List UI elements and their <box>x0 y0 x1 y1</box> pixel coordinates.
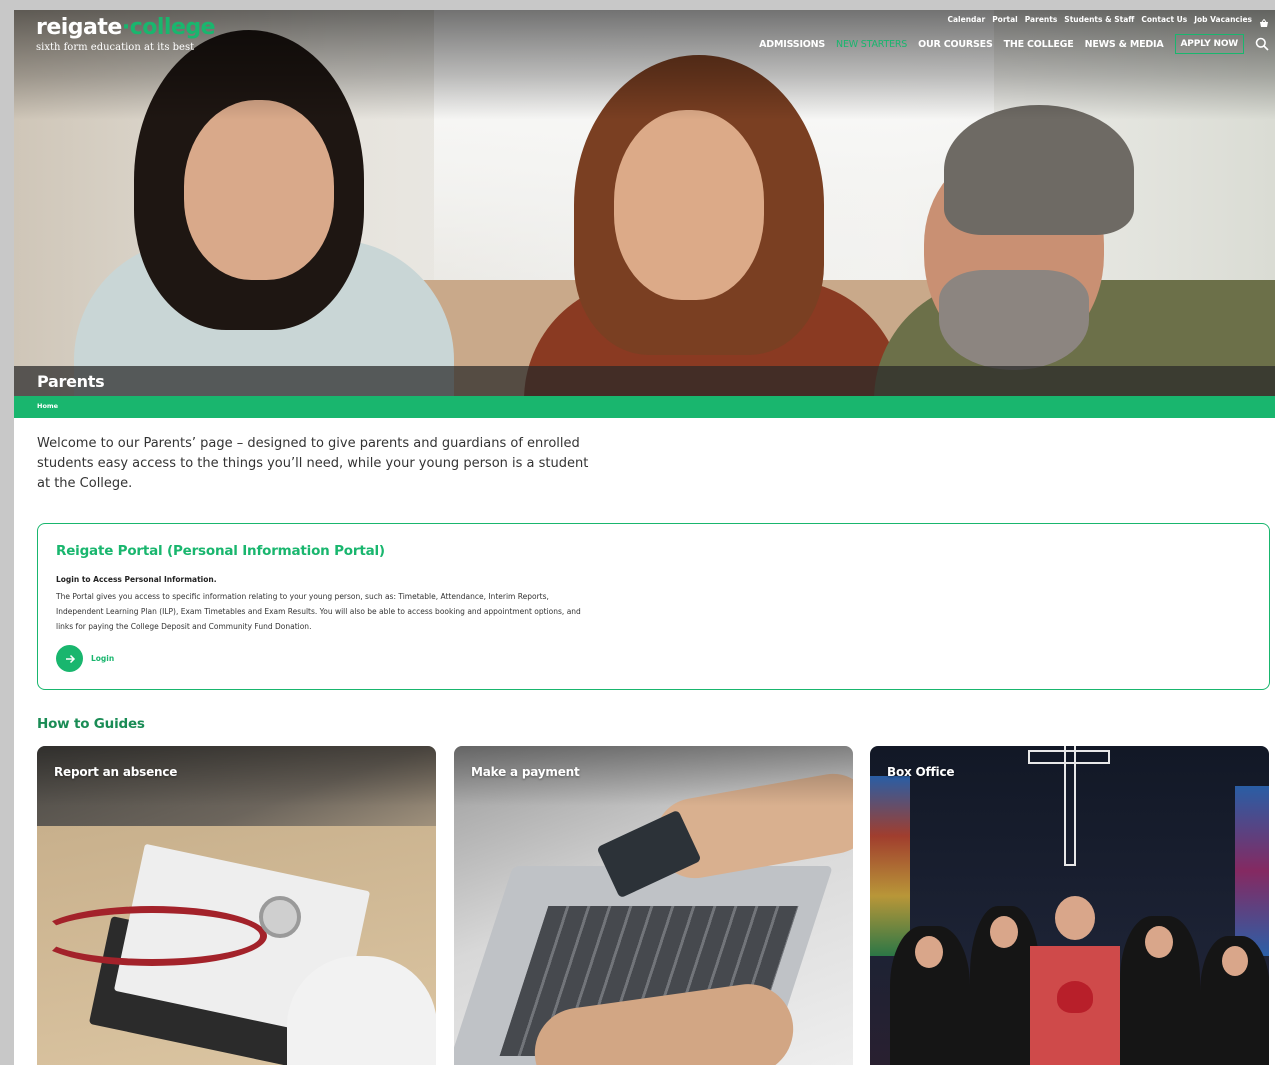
heart-icon <box>1057 981 1093 1013</box>
utility-link-vacancies[interactable]: Job Vacancies <box>1194 15 1252 24</box>
nav-news-media[interactable]: NEWS & MEDIA <box>1085 39 1164 50</box>
portal-title: Reigate Portal (Personal Information Por… <box>56 543 385 559</box>
login-label[interactable]: Login <box>91 654 114 663</box>
search-icon[interactable] <box>1255 37 1269 51</box>
guides-heading: How to Guides <box>37 716 145 732</box>
utility-link-parents[interactable]: Parents <box>1025 15 1058 24</box>
nav-admissions[interactable]: ADMISSIONS <box>759 39 825 50</box>
hero-person-3-hair <box>944 105 1134 235</box>
stained-glass-right <box>1235 786 1269 956</box>
performer-face <box>990 916 1018 948</box>
nav-the-college[interactable]: THE COLLEGE <box>1004 39 1074 50</box>
stethoscope-icon <box>259 896 301 938</box>
page-title-bar: Parents <box>14 366 1275 396</box>
portal-description: The Portal gives you access to specific … <box>56 592 581 631</box>
basket-icon[interactable] <box>1259 15 1269 27</box>
site-logo[interactable]: reigate·college sixth form education at … <box>36 15 216 53</box>
login-link[interactable]: Login <box>56 645 114 672</box>
breadcrumb-home[interactable]: Home <box>37 402 58 410</box>
arrow-right-icon[interactable] <box>56 645 83 672</box>
hero-person-2-face <box>614 110 764 300</box>
performer-face <box>915 936 943 968</box>
utility-link-calendar[interactable]: Calendar <box>947 15 985 24</box>
main-nav: ADMISSIONS NEW STARTERS OUR COURSES THE … <box>759 34 1269 54</box>
guide-card-report-absence[interactable]: Report an absence <box>37 746 436 1065</box>
performer-face <box>1222 946 1248 976</box>
page: reigate·college sixth form education at … <box>14 10 1275 1065</box>
guide-card-label: Make a payment <box>471 765 580 779</box>
breadcrumb: Home <box>14 396 1275 418</box>
stained-glass-left <box>870 776 910 956</box>
hero-person-1-face <box>184 100 334 280</box>
nav-our-courses[interactable]: OUR COURSES <box>918 39 993 50</box>
guide-card-make-payment[interactable]: Make a payment <box>454 746 853 1065</box>
cross-prop-stem <box>1064 746 1076 866</box>
portal-subhead: Login to Access Personal Information. <box>56 575 217 584</box>
page-title: Parents <box>37 372 105 391</box>
utility-link-students-staff[interactable]: Students & Staff <box>1064 15 1134 24</box>
nav-new-starters[interactable]: NEW STARTERS <box>836 39 907 50</box>
stethoscope-tube-image <box>37 906 267 966</box>
guide-card-label: Report an absence <box>54 765 178 779</box>
guide-card-label: Box Office <box>887 765 955 779</box>
logo-wordmark: reigate·college <box>36 15 216 40</box>
utility-link-contact[interactable]: Contact Us <box>1141 15 1187 24</box>
utility-nav: Calendar Portal Parents Students & Staff… <box>947 15 1269 27</box>
hero-banner: reigate·college sixth form education at … <box>14 10 1275 396</box>
apply-now-button[interactable]: APPLY NOW <box>1174 34 1244 54</box>
intro-text: Welcome to our Parents’ page – designed … <box>37 436 589 491</box>
performer-face <box>1145 926 1173 958</box>
logo-tagline: sixth form education at its best <box>36 42 195 53</box>
performer-face <box>1055 896 1095 940</box>
guide-card-box-office[interactable]: Box Office <box>870 746 1269 1065</box>
hero-person-3-beard <box>939 270 1089 370</box>
portal-card: Reigate Portal (Personal Information Por… <box>37 523 1270 690</box>
utility-link-portal[interactable]: Portal <box>992 15 1018 24</box>
